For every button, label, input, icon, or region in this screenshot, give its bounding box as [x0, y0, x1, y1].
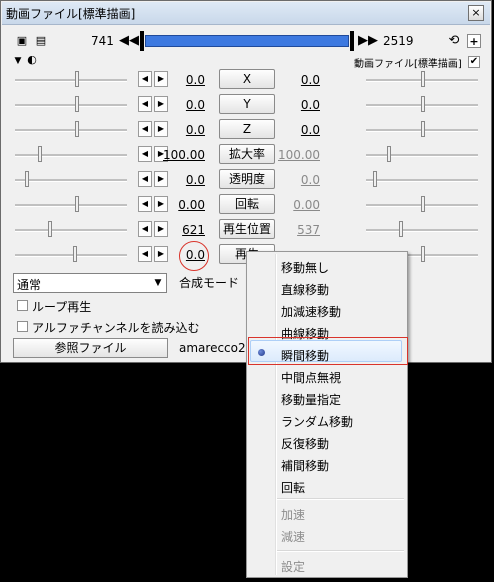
param-value-start[interactable]: 0.0	[155, 123, 205, 137]
window-title: 動画ファイル[標準描画]	[6, 7, 136, 21]
param-value-end[interactable]: 100.00	[270, 148, 320, 162]
end-marker	[350, 31, 354, 51]
menu-item-decel[interactable]: 減速	[281, 528, 305, 545]
menu-item[interactable]: 直線移動	[281, 281, 329, 298]
param-value-start[interactable]: 0.0	[155, 73, 205, 87]
param-slider-left[interactable]	[15, 121, 127, 139]
param-slider-left[interactable]	[15, 171, 127, 189]
param-value-start[interactable]: 100.00	[155, 148, 205, 162]
menu-item[interactable]: 反復移動	[281, 435, 329, 452]
decrement-arrow-icon[interactable]: ◀	[138, 96, 152, 112]
menu-item[interactable]: 中間点無視	[281, 369, 341, 386]
menu-item[interactable]: 移動無し	[281, 259, 329, 276]
collapse-triangle-icon[interactable]: ▼	[11, 54, 25, 68]
add-filter-icon[interactable]: +	[467, 34, 481, 48]
screen-icon[interactable]: ▣	[15, 34, 29, 48]
param-value-start[interactable]: 0.0	[155, 98, 205, 112]
param-button[interactable]: Z	[219, 119, 275, 139]
param-value-start[interactable]: 0.0	[155, 248, 205, 262]
menu-item-settings[interactable]: 設定	[281, 558, 305, 575]
chevron-down-icon: ▼	[154, 278, 162, 288]
file-name: amarecco20	[179, 341, 254, 355]
loop-checkbox[interactable]	[17, 300, 28, 311]
decrement-arrow-icon[interactable]: ◀	[138, 221, 152, 237]
blend-mode-label: 合成モード	[179, 276, 240, 290]
param-slider-left[interactable]	[15, 146, 127, 164]
decrement-arrow-icon[interactable]: ◀	[138, 171, 152, 187]
loop-label: ループ再生	[32, 300, 92, 314]
param-value-start[interactable]: 0.00	[155, 198, 205, 212]
param-slider-right[interactable]	[366, 96, 478, 114]
param-slider-left[interactable]	[15, 221, 127, 239]
sync-icon[interactable]: ⟲	[447, 34, 461, 48]
start-marker	[140, 31, 144, 51]
param-value-end[interactable]: 0.0	[270, 173, 320, 187]
menu-item-accel[interactable]: 加速	[281, 506, 305, 523]
menu-gutter	[275, 254, 277, 575]
param-slider-left[interactable]	[15, 246, 127, 264]
param-value-end[interactable]: 0.00	[270, 198, 320, 212]
annotation-box	[248, 337, 408, 365]
menu-separator	[277, 498, 404, 500]
mouse-icon: ◐	[27, 53, 37, 66]
object-enabled-checkbox[interactable]: ✔	[468, 56, 480, 68]
param-slider-left[interactable]	[15, 71, 127, 89]
alpha-label: アルファチャンネルを読み込む	[32, 321, 200, 335]
param-button[interactable]: Y	[219, 94, 275, 114]
menu-item[interactable]: ランダム移動	[281, 413, 353, 430]
menu-item[interactable]: 補間移動	[281, 457, 329, 474]
menu-separator	[277, 550, 404, 552]
close-button[interactable]: ×	[468, 5, 484, 21]
param-value-end[interactable]: 0.0	[270, 98, 320, 112]
blend-mode-value: 通常	[17, 278, 42, 292]
rewind-icon[interactable]: ◀◀	[119, 33, 139, 48]
param-slider-right[interactable]	[366, 71, 478, 89]
param-slider-right[interactable]	[366, 196, 478, 214]
menu-item[interactable]: 移動量指定	[281, 391, 341, 408]
frame-end: 2519	[383, 34, 414, 48]
param-value-end[interactable]: 537	[270, 223, 320, 237]
param-slider-left[interactable]	[15, 96, 127, 114]
param-slider-left[interactable]	[15, 196, 127, 214]
reference-file-button[interactable]: 参照ファイル	[13, 338, 168, 358]
param-value-start[interactable]: 621	[155, 223, 205, 237]
param-value-end[interactable]: 0.0	[270, 123, 320, 137]
frame-start: 741	[91, 34, 114, 48]
decrement-arrow-icon[interactable]: ◀	[138, 196, 152, 212]
alpha-checkbox[interactable]	[17, 321, 28, 332]
param-button[interactable]: 再生位置	[219, 219, 275, 239]
decrement-arrow-icon[interactable]: ◀	[138, 121, 152, 137]
param-slider-right[interactable]	[366, 121, 478, 139]
param-button[interactable]: 回転	[219, 194, 275, 214]
param-slider-right[interactable]	[366, 171, 478, 189]
image-icon[interactable]: ▤	[34, 34, 48, 48]
param-value-end[interactable]: 0.0	[270, 73, 320, 87]
param-slider-right[interactable]	[366, 146, 478, 164]
blend-mode-select[interactable]: 通常 ▼	[13, 273, 167, 293]
param-button[interactable]: X	[219, 69, 275, 89]
param-value-start[interactable]: 0.0	[155, 173, 205, 187]
decrement-arrow-icon[interactable]: ◀	[138, 71, 152, 87]
menu-item[interactable]: 加減速移動	[281, 303, 341, 320]
seek-bar[interactable]	[145, 35, 349, 47]
movement-mode-menu: 移動無し 直線移動 加減速移動 曲線移動 瞬間移動 中間点無視 移動量指定 ランダム移動 反復移…	[246, 251, 408, 578]
param-slider-right[interactable]	[366, 221, 478, 239]
param-button[interactable]: 拡大率	[219, 144, 275, 164]
object-name-label: 動画ファイル[標準描画]	[354, 59, 462, 70]
forward-icon[interactable]: ▶▶	[358, 33, 378, 48]
decrement-arrow-icon[interactable]: ◀	[138, 246, 152, 262]
decrement-arrow-icon[interactable]: ◀	[138, 146, 152, 162]
title-bar: 動画ファイル[標準描画] ×	[2, 2, 490, 25]
param-button[interactable]: 透明度	[219, 169, 275, 189]
menu-item[interactable]: 回転	[281, 479, 305, 496]
